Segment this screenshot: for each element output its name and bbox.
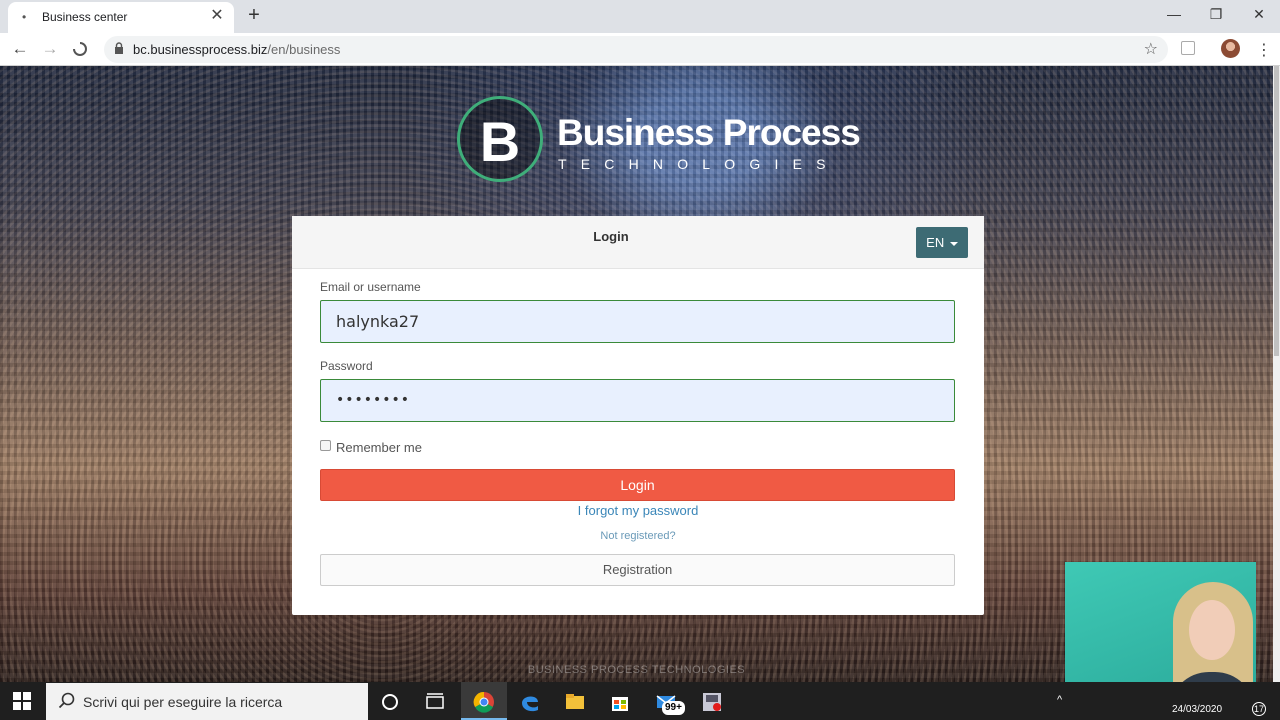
- tab-title: Business center: [42, 10, 128, 24]
- browser-tabbar: • Business center ✕ + — ❐ ✕: [0, 0, 1280, 33]
- login-button[interactable]: Login: [320, 469, 955, 501]
- close-tab-icon[interactable]: ✕: [208, 7, 226, 25]
- person-face: [1189, 600, 1235, 660]
- windows-start-icon[interactable]: [13, 692, 31, 710]
- restore-icon[interactable]: ❐: [1204, 6, 1228, 23]
- forward-icon[interactable]: →: [39, 38, 61, 60]
- search-icon: [58, 692, 75, 709]
- close-window-icon[interactable]: ✕: [1247, 6, 1271, 23]
- password-label: Password: [320, 359, 373, 373]
- page-title: Login: [593, 229, 629, 244]
- scrollbar-thumb[interactable]: [1274, 66, 1279, 356]
- login-card-header: Login EN: [292, 216, 984, 269]
- tray-date[interactable]: 24/03/2020: [1172, 704, 1222, 715]
- email-field[interactable]: halynka27: [320, 300, 955, 343]
- remember-me-label[interactable]: Remember me: [336, 440, 422, 455]
- back-icon[interactable]: ←: [9, 38, 31, 60]
- menu-icon[interactable]: ⋮: [1256, 40, 1272, 60]
- url-text: bc.businessprocess.biz/en/business: [133, 42, 341, 57]
- browser-tab[interactable]: • Business center ✕: [8, 2, 234, 33]
- logo-name: Business Process: [557, 112, 861, 153]
- minimize-icon[interactable]: —: [1162, 6, 1186, 22]
- lock-icon: [115, 42, 123, 54]
- remember-me-checkbox[interactable]: [320, 440, 331, 451]
- language-dropdown[interactable]: EN: [916, 227, 968, 258]
- task-view-icon[interactable]: [424, 691, 446, 713]
- registration-button[interactable]: Registration: [320, 554, 955, 586]
- logo-subtitle: TECHNOLOGIES: [558, 156, 840, 172]
- windows-taskbar: Scrivi qui per eseguire la ricerca 99+ ^…: [0, 682, 1280, 720]
- file-explorer-icon[interactable]: [564, 691, 586, 713]
- logo: B Business Process TECHNOLOGIES: [457, 94, 861, 184]
- tray-chevron-up-icon[interactable]: ^: [1057, 694, 1062, 706]
- store-icon[interactable]: [609, 691, 631, 713]
- edge-icon[interactable]: [519, 691, 541, 713]
- password-field[interactable]: ••••••••: [320, 379, 955, 422]
- extension-icon[interactable]: [1181, 41, 1195, 55]
- logo-mark: B: [457, 96, 543, 182]
- taskbar-search-input[interactable]: Scrivi qui per eseguire la ricerca: [46, 683, 368, 720]
- email-label: Email or username: [320, 280, 421, 294]
- forgot-password-link[interactable]: I forgot my password: [292, 503, 984, 518]
- not-registered-text: Not registered?: [600, 530, 676, 542]
- stop-loading-icon[interactable]: [69, 38, 91, 60]
- bookmark-star-icon[interactable]: ☆: [1144, 39, 1158, 59]
- mail-badge: 99+: [662, 701, 685, 715]
- chrome-icon[interactable]: [473, 691, 495, 713]
- new-tab-icon[interactable]: +: [244, 4, 264, 28]
- login-card: Login EN Email or username halynka27 Pas…: [292, 216, 984, 615]
- caret-down-icon: [949, 241, 958, 246]
- browser-toolbar: ← → bc.businessprocess.biz/en/business ☆…: [0, 33, 1280, 66]
- favicon-icon: •: [22, 10, 27, 24]
- recorder-icon[interactable]: [701, 691, 723, 713]
- avatar[interactable]: [1221, 39, 1240, 58]
- search-placeholder: Scrivi qui per eseguire la ricerca: [83, 694, 283, 710]
- notification-icon[interactable]: 17: [1252, 702, 1266, 716]
- cortana-icon[interactable]: [379, 691, 401, 713]
- address-bar[interactable]: bc.businessprocess.biz/en/business ☆: [104, 36, 1168, 63]
